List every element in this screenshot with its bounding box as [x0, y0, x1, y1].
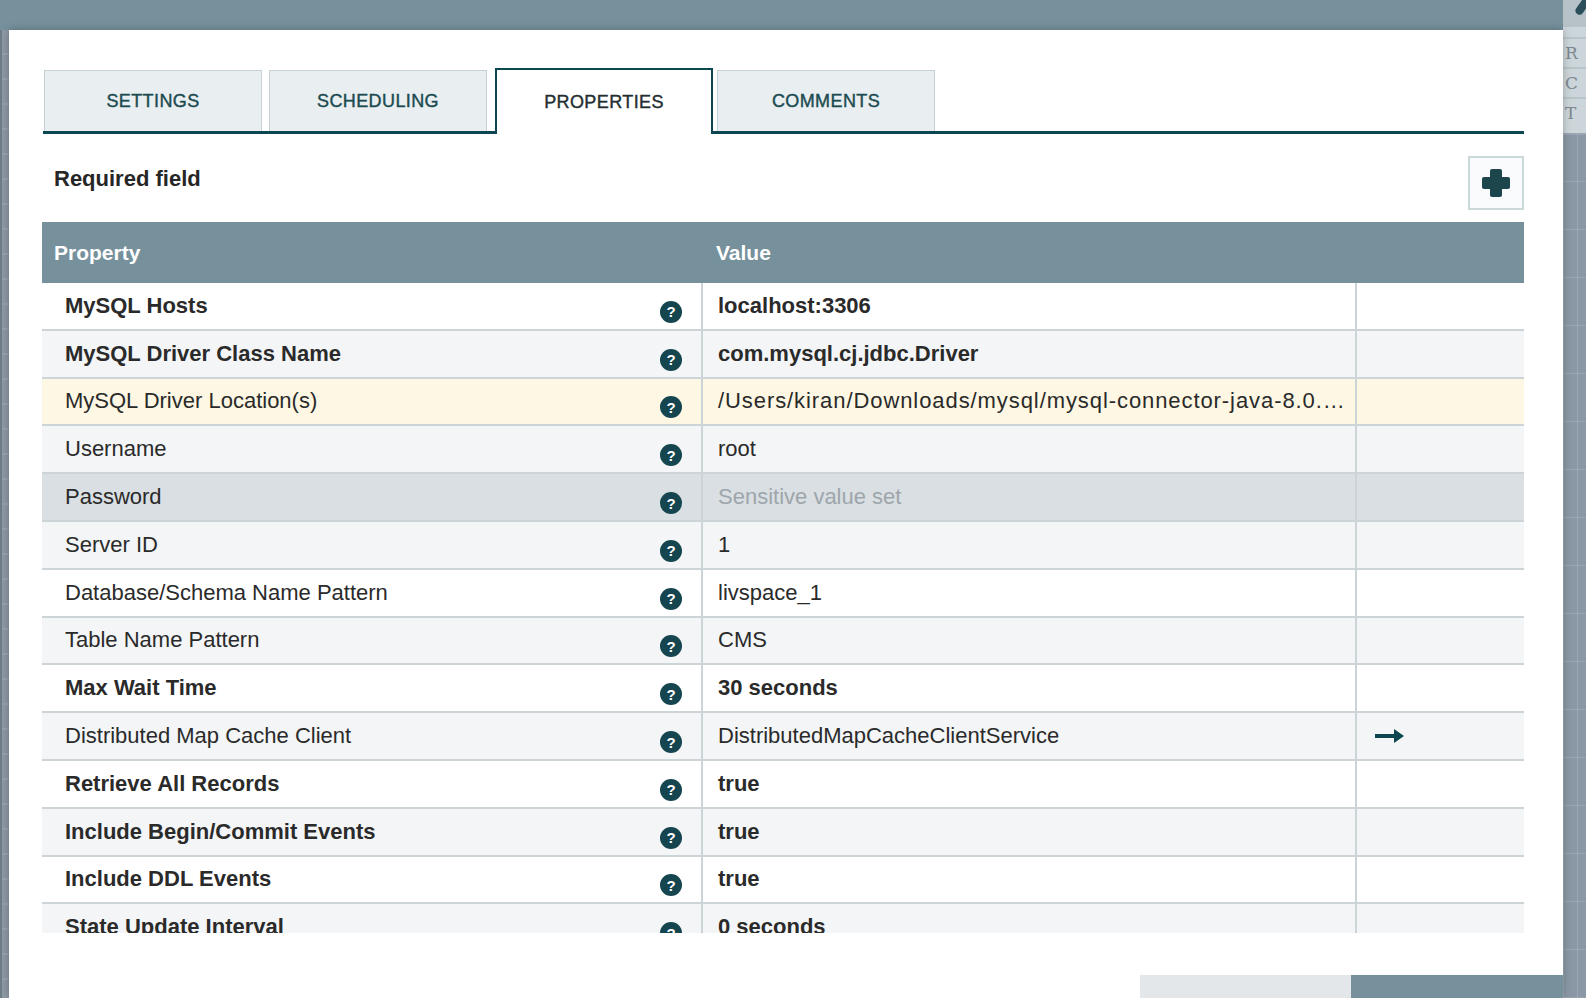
- property-name: Max Wait Time: [65, 675, 217, 701]
- property-name: Include Begin/Commit Events: [65, 819, 376, 845]
- property-name: Include DDL Events: [65, 866, 271, 892]
- help-icon[interactable]: ?: [660, 396, 682, 418]
- property-row[interactable]: Retrieve All Records ? true: [42, 761, 1524, 809]
- property-row[interactable]: Include DDL Events ? true: [42, 857, 1524, 905]
- property-row[interactable]: MySQL Hosts ? localhost:3306: [42, 283, 1524, 331]
- property-column-header: Property: [42, 241, 705, 265]
- help-icon[interactable]: ?: [660, 827, 682, 849]
- property-value: true: [718, 771, 760, 797]
- help-icon[interactable]: ?: [660, 779, 682, 801]
- background-canvas-grid: [1563, 133, 1586, 998]
- property-value: true: [718, 866, 760, 892]
- background-row-label: T: [1563, 97, 1586, 127]
- help-icon[interactable]: ?: [660, 731, 682, 753]
- property-row[interactable]: Password ? Sensitive value set: [42, 474, 1524, 522]
- property-name: MySQL Driver Location(s): [65, 388, 317, 414]
- property-row[interactable]: Include Begin/Commit Events ? true: [42, 809, 1524, 857]
- property-name: MySQL Hosts: [65, 293, 208, 319]
- property-value: root: [718, 436, 756, 462]
- help-icon[interactable]: ?: [660, 301, 682, 323]
- tab-properties[interactable]: PROPERTIES: [495, 68, 713, 134]
- property-name: Table Name Pattern: [65, 627, 259, 653]
- background-left-strip: [0, 30, 9, 998]
- property-name: Retrieve All Records: [65, 771, 279, 797]
- property-value: livspace_1: [718, 580, 822, 606]
- add-property-button[interactable]: [1468, 156, 1524, 210]
- tab-label: SETTINGS: [106, 91, 199, 112]
- property-value: com.mysql.cj.jdbc.Driver: [718, 341, 978, 367]
- goto-service-arrow-icon[interactable]: [1375, 727, 1404, 745]
- tab-settings[interactable]: SETTINGS: [44, 70, 262, 131]
- help-icon[interactable]: ?: [660, 874, 682, 896]
- property-value: DistributedMapCacheClientService: [718, 723, 1059, 749]
- property-value: 0 seconds: [718, 914, 826, 933]
- value-column-header: Value: [705, 241, 771, 265]
- property-row[interactable]: State Update Interval ? 0 seconds: [42, 904, 1524, 933]
- property-name: State Update Interval: [65, 914, 284, 933]
- property-value: /Users/kiran/Downloads/mysql/mysql-conne…: [718, 388, 1346, 414]
- background-row-label: R: [1563, 37, 1586, 67]
- help-icon[interactable]: ?: [660, 922, 682, 933]
- background-top-bar: [0, 0, 1563, 30]
- help-icon[interactable]: ?: [660, 444, 682, 466]
- property-value: CMS: [718, 627, 767, 653]
- plus-icon: [1482, 169, 1510, 197]
- background-row-label: C: [1563, 67, 1586, 97]
- property-row[interactable]: Username ? root: [42, 426, 1524, 474]
- property-value: 1: [718, 532, 730, 558]
- tab-label: SCHEDULING: [317, 91, 439, 112]
- logo-arc-icon: [1574, 0, 1586, 16]
- property-name: Distributed Map Cache Client: [65, 723, 351, 749]
- cancel-button-cutoff[interactable]: [1140, 975, 1351, 998]
- property-row[interactable]: Distributed Map Cache Client ? Distribut…: [42, 713, 1524, 761]
- help-icon[interactable]: ?: [660, 588, 682, 610]
- property-name: Username: [65, 436, 166, 462]
- property-name: Password: [65, 484, 162, 510]
- property-row[interactable]: Database/Schema Name Pattern ? livspace_…: [42, 570, 1524, 618]
- tab-label: PROPERTIES: [544, 92, 664, 113]
- apply-button-cutoff[interactable]: [1351, 975, 1563, 998]
- tab-label: COMMENTS: [772, 91, 880, 112]
- property-row[interactable]: Table Name Pattern ? CMS: [42, 618, 1524, 666]
- property-value: localhost:3306: [718, 293, 871, 319]
- background-logo-fragment: [1563, 0, 1586, 27]
- tab-comments[interactable]: COMMENTS: [717, 70, 935, 131]
- property-row[interactable]: Server ID ? 1: [42, 522, 1524, 570]
- property-value: true: [718, 819, 760, 845]
- tab-underline: [43, 131, 1524, 134]
- property-name: Database/Schema Name Pattern: [65, 580, 388, 606]
- table-header-row: Property Value: [42, 222, 1524, 283]
- property-row[interactable]: MySQL Driver Class Name ? com.mysql.cj.j…: [42, 331, 1524, 379]
- help-icon[interactable]: ?: [660, 492, 682, 514]
- property-name: Server ID: [65, 532, 158, 558]
- help-icon[interactable]: ?: [660, 540, 682, 562]
- help-icon[interactable]: ?: [660, 683, 682, 705]
- required-field-label: Required field: [54, 166, 201, 192]
- property-value: 30 seconds: [718, 675, 838, 701]
- properties-table: Property Value MySQL Hosts ? localhost:3…: [42, 222, 1524, 933]
- property-row[interactable]: MySQL Driver Location(s) ? /Users/kiran/…: [42, 379, 1524, 427]
- tab-scheduling[interactable]: SCHEDULING: [269, 70, 487, 131]
- background-table-fragment: RCT: [1563, 27, 1586, 133]
- property-row[interactable]: Max Wait Time ? 30 seconds: [42, 665, 1524, 713]
- property-name: MySQL Driver Class Name: [65, 341, 341, 367]
- help-icon[interactable]: ?: [660, 349, 682, 371]
- background-right-strip: RCT: [1563, 0, 1586, 998]
- help-icon[interactable]: ?: [660, 635, 682, 657]
- property-value: Sensitive value set: [718, 484, 901, 510]
